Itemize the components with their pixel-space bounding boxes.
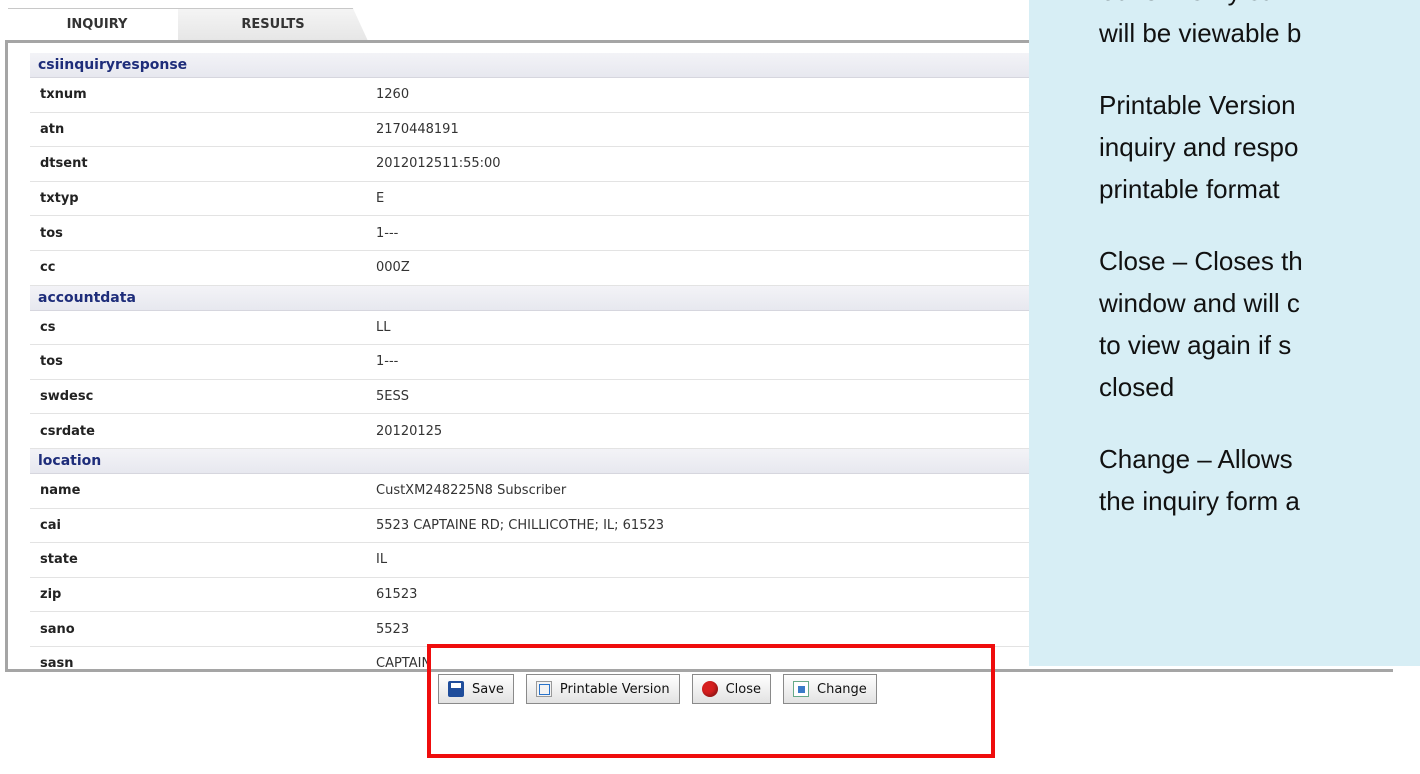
- tab-inquiry[interactable]: INQUIRY: [8, 8, 186, 41]
- buttons-highlight-box: [427, 644, 995, 758]
- tab-bar: INQUIRY RESULTS: [0, 0, 1030, 41]
- field-value: 2012012511:55:00: [376, 156, 501, 172]
- field-value: 20120125: [376, 423, 443, 439]
- field-value: 1---: [376, 225, 399, 241]
- callout-bullet-close: •Close – Closes th window and will c to …: [1029, 240, 1420, 408]
- field-key: cc: [40, 260, 56, 276]
- field-key: sano: [40, 621, 75, 637]
- callout-text: Printable Version inquiry and respo prin…: [1099, 90, 1299, 204]
- section-label: location: [38, 453, 102, 469]
- field-key: swdesc: [40, 389, 94, 405]
- callout-text: Save – Only sav will be viewable b: [1099, 0, 1302, 48]
- callout-text: Close – Closes th window and will c to v…: [1099, 246, 1303, 402]
- field-key: name: [40, 483, 81, 499]
- section-label: csiinquiryresponse: [38, 57, 188, 73]
- field-value: E: [376, 191, 385, 207]
- callout-bullet-change: •Change – Allows the inquiry form a: [1029, 438, 1420, 522]
- callout-text: Change – Allows the inquiry form a: [1099, 444, 1300, 516]
- field-key: zip: [40, 587, 62, 603]
- field-key: dtsent: [40, 156, 88, 172]
- field-value: 5523: [376, 621, 410, 637]
- field-value: 1---: [376, 354, 399, 370]
- field-key: tos: [40, 225, 63, 241]
- callout-panel: •Save – Only sav will be viewable b •Pri…: [1029, 0, 1420, 666]
- callout-bullet-save: •Save – Only sav will be viewable b: [1029, 0, 1420, 54]
- field-key: cai: [40, 517, 61, 533]
- field-value: 000Z: [376, 260, 410, 276]
- field-key: cs: [40, 319, 56, 335]
- field-value: LL: [376, 319, 391, 335]
- field-key: state: [40, 552, 78, 568]
- callout-list: •Save – Only sav will be viewable b •Pri…: [1029, 0, 1420, 552]
- field-key: tos: [40, 354, 63, 370]
- field-value: 1260: [376, 87, 410, 103]
- field-key: atn: [40, 121, 65, 137]
- field-value: 5ESS: [376, 389, 409, 405]
- field-value: CustXM248225N8 Subscriber: [376, 483, 567, 499]
- field-key: csrdate: [40, 423, 95, 439]
- field-key: txtyp: [40, 191, 79, 207]
- field-value: 5523 CAPTAINE RD; CHILLICOTHE; IL; 61523: [376, 517, 665, 533]
- field-value: IL: [376, 552, 388, 568]
- field-key: sasn: [40, 656, 74, 672]
- tab-results[interactable]: RESULTS: [178, 8, 368, 41]
- section-label: accountdata: [38, 289, 136, 306]
- field-value: 61523: [376, 587, 418, 603]
- field-key: txnum: [40, 87, 87, 103]
- callout-bullet-printable: •Printable Version inquiry and respo pri…: [1029, 84, 1420, 210]
- field-value: 2170448191: [376, 121, 459, 137]
- field-value: CAPTAIN: [376, 656, 432, 672]
